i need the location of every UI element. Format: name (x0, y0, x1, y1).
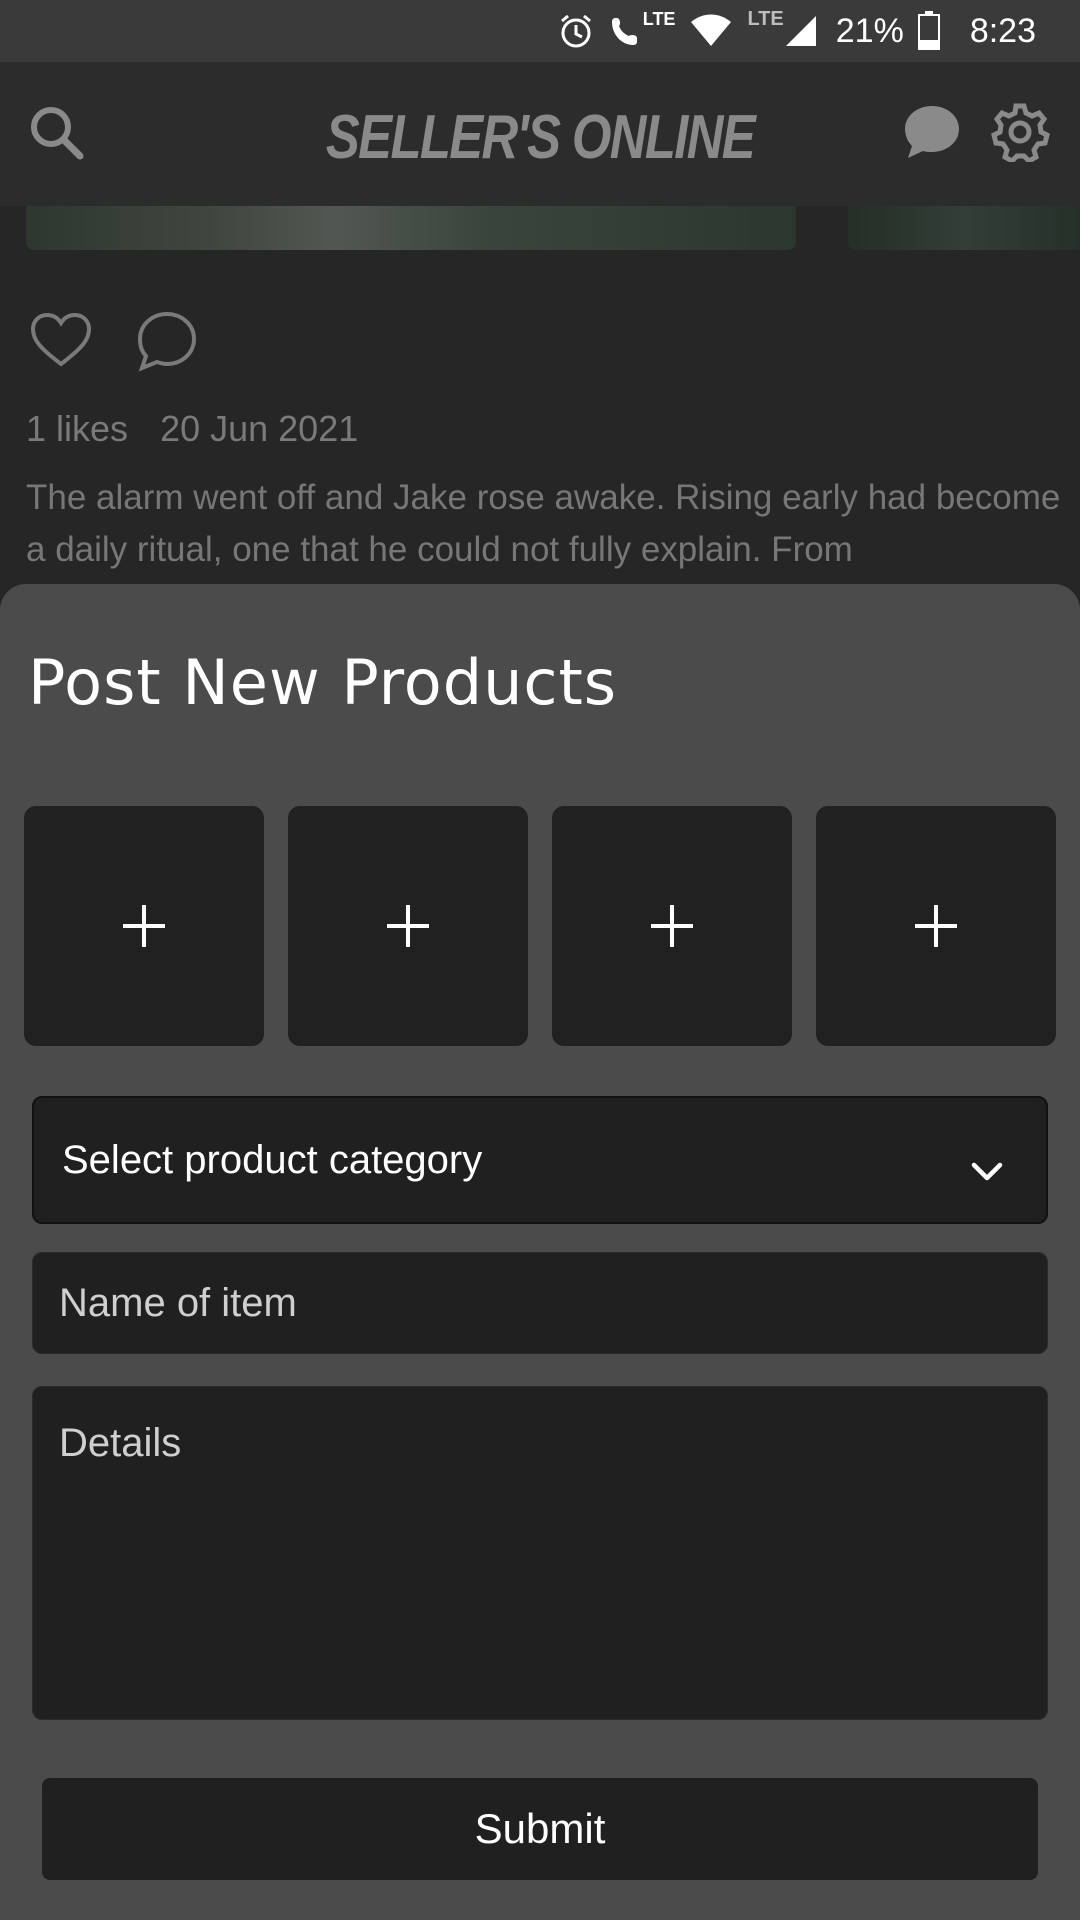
brand-logo: SELLER'S ONLINE (325, 103, 756, 172)
item-name-placeholder: Name of item (59, 1280, 297, 1325)
wifi-icon (689, 14, 733, 48)
plus-icon (915, 905, 957, 947)
post-caption: The alarm went off and Jake rose awake. … (26, 478, 1061, 569)
alarm-icon (557, 12, 595, 50)
chat-icon[interactable] (902, 102, 962, 167)
post-image (26, 206, 796, 250)
plus-icon (651, 905, 693, 947)
details-placeholder: Details (59, 1421, 182, 1465)
status-bar: LTE LTE 21% 8:23 (0, 0, 1080, 62)
battery-percent: 21% (835, 11, 904, 50)
post-products-sheet: Post New Products Select product categor… (0, 584, 1080, 1920)
app-header: SELLER'S ONLINE (0, 62, 1080, 206)
chevron-down-icon (970, 1148, 1004, 1193)
category-select-label: Select product category (62, 1137, 483, 1182)
add-image-slot[interactable] (552, 806, 792, 1046)
item-name-field[interactable]: Name of item (32, 1252, 1048, 1354)
post-meta: 1 likes 20 Jun 2021 (26, 408, 358, 450)
comment-icon[interactable] (136, 310, 198, 377)
likes-count: 1 likes (26, 408, 129, 449)
category-select[interactable]: Select product category (32, 1096, 1048, 1224)
add-image-slot[interactable] (288, 806, 528, 1046)
battery-icon (917, 11, 940, 51)
clock: 8:23 (969, 11, 1036, 50)
image-slots (24, 806, 1056, 1046)
add-image-slot[interactable] (24, 806, 264, 1046)
sheet-title: Post New Products (28, 646, 618, 719)
heart-icon[interactable] (30, 312, 92, 373)
details-field[interactable]: Details (32, 1386, 1048, 1720)
search-icon[interactable] (28, 104, 84, 165)
post-image-next (848, 206, 1080, 250)
lte-call-label: LTE (642, 8, 676, 29)
submit-button[interactable]: Submit (42, 1778, 1038, 1880)
add-image-slot[interactable] (816, 806, 1056, 1046)
signal-icon: LTE (747, 8, 817, 48)
gear-icon[interactable] (990, 102, 1050, 167)
plus-icon (123, 905, 165, 947)
lte-signal-label: LTE (747, 7, 784, 30)
post-date: 20 Jun 2021 (160, 408, 359, 449)
volte-call-icon: LTE (609, 9, 675, 48)
plus-icon (387, 905, 429, 947)
